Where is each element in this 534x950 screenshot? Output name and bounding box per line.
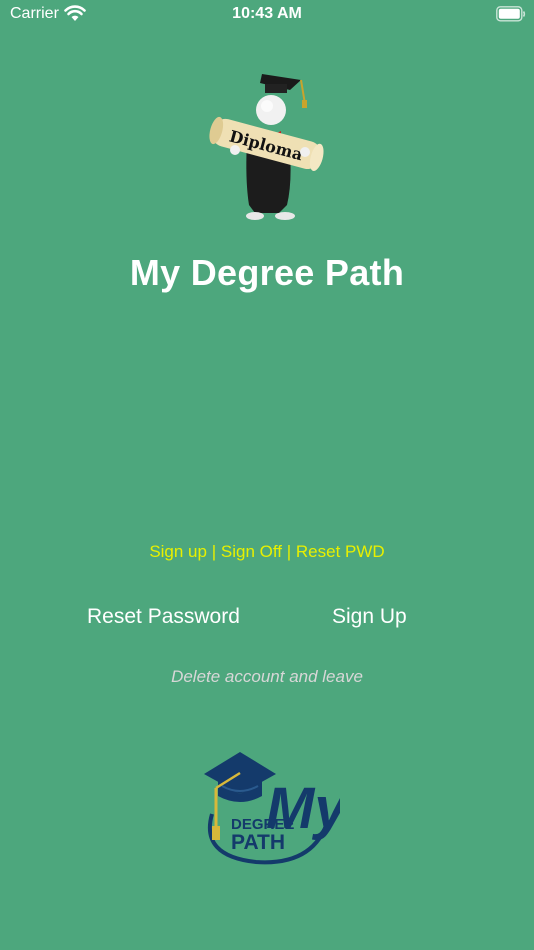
nav-links: Sign up | Sign Off | Reset PWD <box>0 542 534 562</box>
sign-up-button[interactable]: Sign Up <box>332 605 407 629</box>
my-degree-path-logo: My DEGREE PATH <box>204 752 340 865</box>
logo-path-text: PATH <box>231 831 285 854</box>
reset-password-button[interactable]: Reset Password <box>87 605 240 629</box>
status-bar: Carrier 10:43 AM <box>0 0 534 28</box>
graduate-diploma-illustration: Diploma <box>209 74 324 220</box>
app-title: My Degree Path <box>129 252 405 293</box>
reset-pwd-link[interactable]: Reset PWD <box>296 542 385 561</box>
delete-account-link[interactable]: Delete account and leave <box>0 667 534 687</box>
status-time: 10:43 AM <box>232 5 302 22</box>
sign-off-link[interactable]: Sign Off <box>221 542 282 561</box>
sign-up-link[interactable]: Sign up <box>149 542 207 561</box>
link-separator: | <box>211 542 217 561</box>
link-separator: | <box>286 542 292 561</box>
battery-icon <box>496 6 526 22</box>
